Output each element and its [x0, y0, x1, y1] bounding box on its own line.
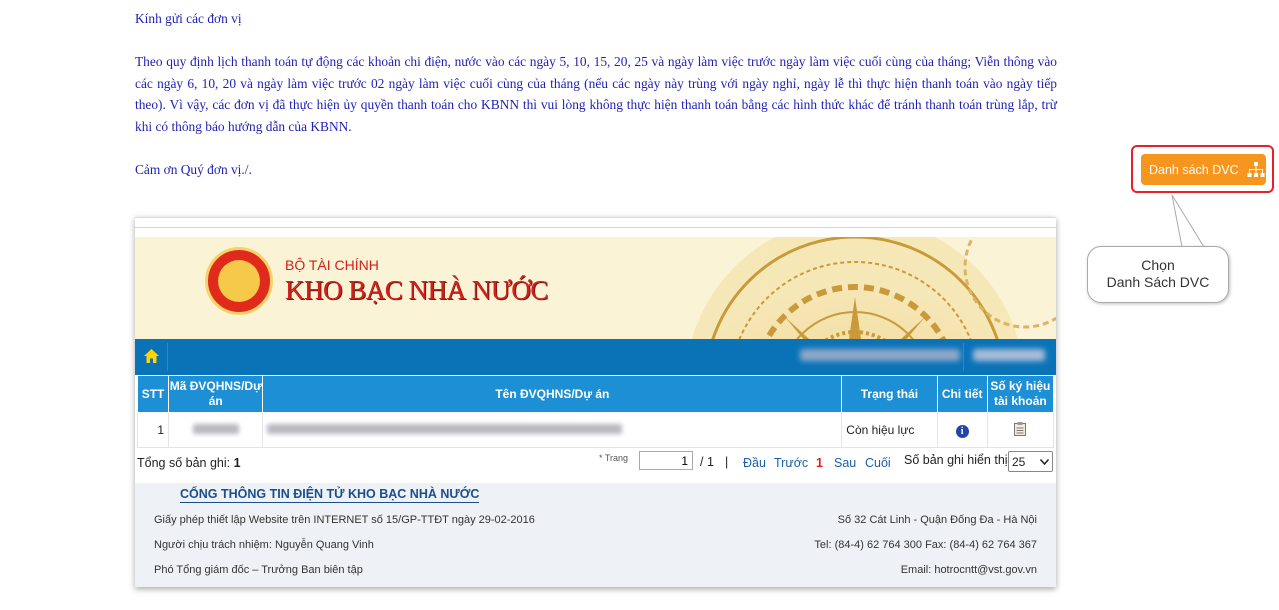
per-page-value: 25 [1012, 454, 1026, 469]
col-chi-tiet: Chi tiết [936, 375, 988, 413]
agency-name: KHO BẠC NHÀ NƯỚC [285, 275, 548, 305]
sitemap-icon [1247, 161, 1265, 177]
col-trang-thai: Trạng thái [841, 375, 938, 413]
prev-page-link[interactable]: Trước [774, 456, 808, 470]
nav-divider [167, 343, 168, 371]
page-label: * Trang [599, 453, 629, 463]
callout-line1: Chọn [1141, 257, 1175, 273]
page-number-input[interactable] [639, 451, 693, 470]
redacted-logout [973, 349, 1045, 361]
dvqhns-table: STT Mã ĐVQHNS/Dự án Tên ĐVQHNS/Dự án Trạ… [136, 375, 1055, 448]
footer-email: Email: hotrocntt@vst.gov.vn [900, 564, 1037, 576]
redacted-user-info [800, 349, 960, 361]
cell-chi-tiet[interactable]: i [936, 412, 988, 448]
table-header-row: STT Mã ĐVQHNS/Dự án Tên ĐVQHNS/Dự án Trạ… [136, 375, 1055, 413]
notice-text: Kính gửi các đơn vị Theo quy định lịch t… [135, 8, 1057, 202]
per-page-label: Số bản ghi hiển thị [904, 453, 1008, 467]
footer-address: Số 32 Cát Linh - Quận Đống Đa - Hà Nội [837, 514, 1037, 526]
nav-divider [963, 343, 964, 371]
current-page: 1 [816, 456, 823, 470]
clipboard-icon[interactable] [1014, 421, 1027, 436]
dvc-button-label: Danh sách DVC [1149, 162, 1239, 177]
site-footer: CỔNG THÔNG TIN ĐIỆN TỬ KHO BẠC NHÀ NƯỚC … [135, 483, 1056, 587]
callout-pointer [1171, 195, 1205, 248]
last-page-link[interactable]: Cuối [865, 456, 891, 470]
chevron-down-icon [1040, 458, 1049, 465]
bronze-drum-pattern [555, 237, 1056, 339]
cell-so-ky-hieu[interactable] [986, 412, 1055, 448]
cell-ten-redacted [262, 412, 843, 448]
notice-closing: Cảm ơn Quý đơn vị./. [135, 161, 252, 177]
notice-body: Theo quy định lịch thanh toán tự động cá… [135, 54, 1057, 134]
page-separator: | [725, 455, 729, 469]
national-emblem-icon [205, 247, 273, 315]
col-stt: STT [136, 375, 170, 413]
nav-bar [135, 339, 1056, 375]
kbnn-screenshot-frame: BỘ TÀI CHÍNH KHO BẠC NHÀ NƯỚC STT Mã ĐVQ… [135, 217, 1056, 587]
cell-stt: 1 [136, 412, 170, 448]
footer-license: Giấy phép thiết lập Website trên INTERNE… [154, 514, 535, 526]
total-label: Tổng số bản ghi: [137, 456, 231, 470]
notice-greeting: Kính gửi các đơn vị [135, 11, 242, 26]
danh-sach-dvc-button[interactable]: Danh sách DVC [1141, 154, 1266, 185]
pagination-bar: Tổng số bản ghi: 1 * Trang / 1 | Đầu Trư… [135, 450, 1056, 478]
callout-bubble: Chọn Danh Sách DVC [1087, 246, 1229, 303]
total-value: 1 [233, 456, 241, 470]
callout-line2: Danh Sách DVC [1106, 274, 1210, 290]
total-records: Tổng số bản ghi: 1 [137, 456, 241, 470]
table-row: 1 Còn hiệu lực i [136, 412, 1055, 448]
footer-editor: Phó Tổng giám đốc – Trưởng Ban biên tập [154, 564, 363, 576]
first-page-link[interactable]: Đầu [743, 456, 766, 470]
info-icon[interactable]: i [955, 424, 969, 438]
dvc-highlight-box: Danh sách DVC [1131, 145, 1274, 193]
kbnn-banner: BỘ TÀI CHÍNH KHO BẠC NHÀ NƯỚC [135, 237, 1056, 339]
col-ten: Tên ĐVQHNS/Dự án [262, 375, 843, 413]
cell-ma-redacted [168, 412, 264, 448]
col-ma: Mã ĐVQHNS/Dự án [168, 375, 264, 413]
footer-title[interactable]: CỔNG THÔNG TIN ĐIỆN TỬ KHO BẠC NHÀ NƯỚC [180, 487, 480, 503]
page-of: / 1 [700, 455, 714, 469]
footer-phone: Tel: (84-4) 62 764 300 Fax: (84-4) 62 76… [814, 539, 1037, 551]
col-so-ky-hieu: Số ký hiệu tài khoản [986, 375, 1055, 413]
ministry-name: BỘ TÀI CHÍNH [285, 257, 379, 273]
per-page-select[interactable]: 25 [1008, 451, 1053, 472]
footer-responsible: Người chịu trách nhiệm: Nguyễn Quang Vin… [154, 539, 374, 551]
home-icon[interactable] [144, 349, 159, 363]
cell-trang-thai: Còn hiệu lực [841, 412, 938, 448]
next-page-link[interactable]: Sau [834, 456, 856, 470]
top-divider [135, 227, 1056, 228]
